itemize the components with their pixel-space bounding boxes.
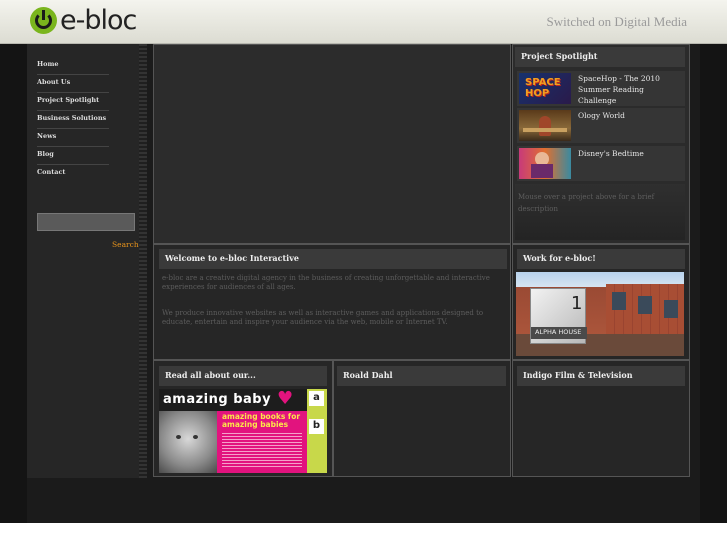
letter-blocks: a b [307, 389, 327, 473]
sidebar-edge [139, 44, 147, 478]
nav-item-project-spotlight[interactable]: Project Spotlight [37, 93, 109, 111]
spotlight-item-spacehop[interactable]: SPACE HOP SpaceHop - The 2010 Summer Rea… [517, 71, 685, 106]
spacehop-thumbnail: SPACE HOP [519, 73, 571, 104]
block-letter-b: b [309, 419, 324, 434]
nav-item-blog[interactable]: Blog [37, 147, 109, 165]
spotlight-hint: Mouse over a project above for a brief d… [515, 184, 685, 240]
spotlight-item-disneys-bedtime[interactable]: Disney's Bedtime [517, 146, 685, 181]
page-footer-gap [0, 523, 727, 545]
main-nav: Home About Us Project Spotlight Business… [37, 57, 109, 183]
spotlight-item-title: Ology World [578, 111, 625, 120]
nav-item-news[interactable]: News [37, 129, 109, 147]
search-button[interactable]: Search [112, 240, 139, 249]
ology-world-thumbnail [519, 110, 571, 141]
welcome-title: Welcome to e-bloc Interactive [159, 249, 507, 269]
spotlight-item-title: SpaceHop - The 2010 Summer Reading Chall… [578, 74, 660, 105]
nav-item-contact[interactable]: Contact [37, 165, 109, 183]
nav-item-business-solutions[interactable]: Business Solutions [37, 111, 109, 129]
heart-icon: ♥ [277, 389, 294, 409]
spotlight-item-ology-world[interactable]: Ology World [517, 108, 685, 143]
power-icon [30, 6, 57, 34]
site-header: e-bloc Switched on Digital Media [0, 0, 727, 44]
sign-text: ALPHA HOUSE [535, 328, 582, 336]
nav-item-about-us[interactable]: About Us [37, 75, 109, 93]
spotlight-hint-text: Mouse over a project above for a brief d… [518, 193, 655, 213]
welcome-paragraph-2: We produce innovative websites as well a… [162, 309, 484, 326]
banner-subtitle: amazing books for amazing babies [222, 412, 301, 429]
logo-text: e-bloc [60, 4, 137, 36]
logo[interactable]: e-bloc [30, 4, 137, 36]
welcome-paragraph-1: e-bloc are a creative digital agency in … [162, 274, 490, 291]
right-margin [700, 44, 727, 523]
disneys-bedtime-thumbnail [519, 148, 571, 179]
left-margin [0, 44, 27, 523]
nav-item-home[interactable]: Home [37, 57, 109, 75]
spacehop-thumb-text: SPACE HOP [525, 77, 561, 99]
spotlight-title: Project Spotlight [515, 47, 685, 67]
amazing-baby-banner[interactable]: amazing baby ♥ amazing books for amazing… [159, 389, 327, 473]
search-input[interactable] [37, 213, 135, 231]
tagline: Switched on Digital Media [546, 14, 687, 29]
sign-number: 1 [571, 293, 583, 314]
alpha-house-sign: 1 ALPHA HOUSE [530, 288, 587, 344]
books-panel: amazing books for amazing babies [217, 411, 307, 473]
spotlight-item-title: Disney's Bedtime [578, 149, 644, 158]
indigo-title[interactable]: Indigo Film & Television [517, 366, 685, 386]
alpha-house-image[interactable]: 1 ALPHA HOUSE [516, 272, 684, 356]
banner-title: amazing baby [163, 392, 272, 407]
roald-dahl-title[interactable]: Roald Dahl [337, 366, 506, 386]
block-letter-a: a [309, 391, 324, 406]
baby-photo [159, 411, 217, 473]
read-all-title: Read all about our... [159, 366, 327, 386]
hero-panel [153, 44, 511, 244]
work-title: Work for e-bloc! [517, 249, 685, 269]
